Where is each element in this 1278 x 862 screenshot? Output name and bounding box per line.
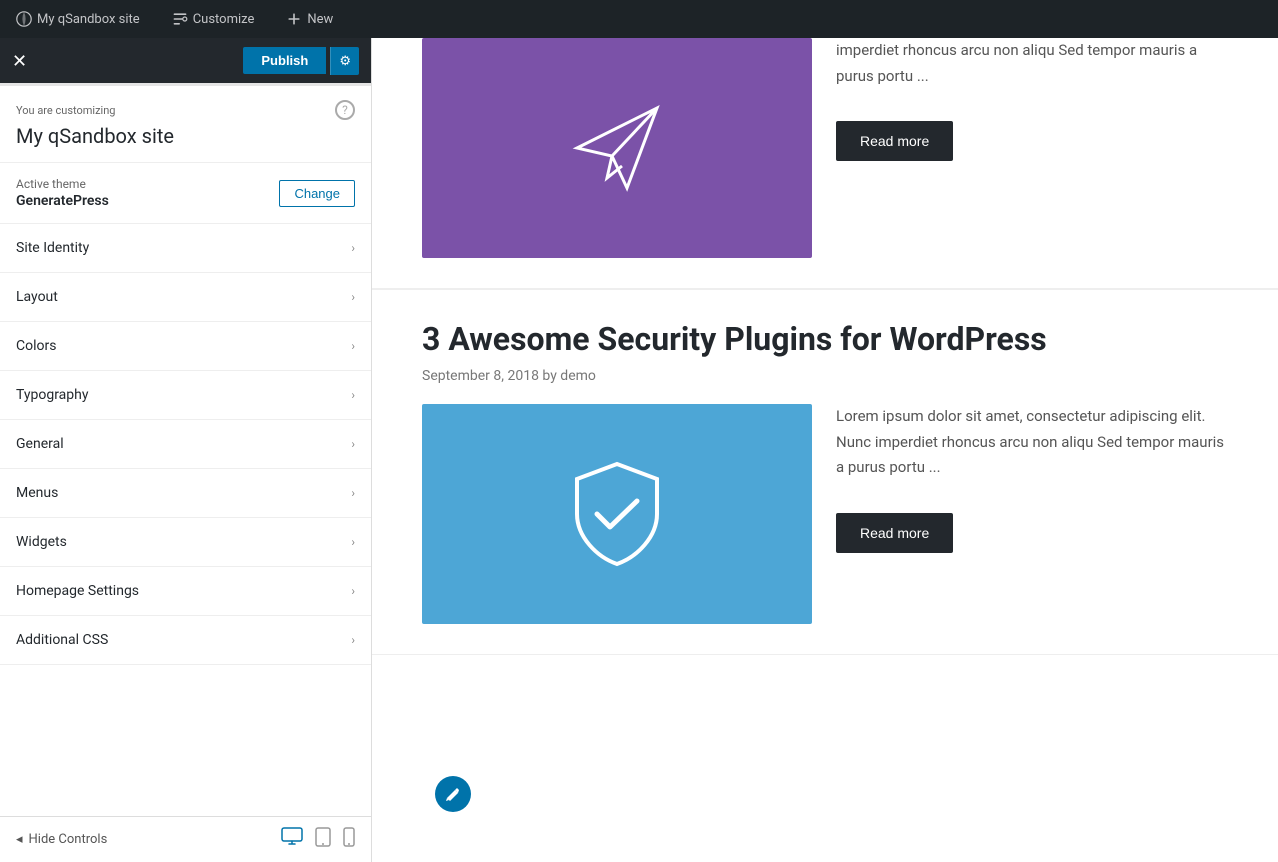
theme-name: GeneratePress <box>16 193 109 209</box>
customizing-text: You are customizing <box>16 104 115 117</box>
hide-controls-arrow: ◂ <box>16 832 23 847</box>
active-theme-section: Active theme GeneratePress Change <box>0 163 371 224</box>
preview-content: imperdiet rhoncus arcu non aliqu Sed tem… <box>372 38 1278 862</box>
nav-item-typography[interactable]: Typography › <box>0 371 371 420</box>
customizer-info: You are customizing ? My qSandbox site <box>0 86 371 163</box>
preview-area: imperdiet rhoncus arcu non aliqu Sed tem… <box>372 38 1278 862</box>
tablet-icon[interactable] <box>315 827 331 852</box>
pencil-icon <box>445 786 461 802</box>
post-meta-1: September 8, 2018 by demo <box>422 368 1228 384</box>
nav-item-colors-label: Colors <box>16 338 56 354</box>
hide-controls-label: Hide Controls <box>29 832 108 847</box>
nav-item-homepage-settings-label: Homepage Settings <box>16 583 139 599</box>
customizer-sidebar: ✕ Publish ⚙ You are customizing ? My qSa… <box>0 38 372 862</box>
nav-item-general[interactable]: General › <box>0 420 371 469</box>
chevron-right-icon: › <box>351 486 355 500</box>
site-icon <box>16 11 32 27</box>
nav-item-widgets[interactable]: Widgets › <box>0 518 371 567</box>
chevron-right-icon: › <box>351 388 355 402</box>
plus-icon <box>286 11 302 27</box>
nav-item-additional-css[interactable]: Additional CSS › <box>0 616 371 665</box>
shield-icon <box>552 449 682 579</box>
admin-bar-new-label: New <box>307 12 333 27</box>
post-image-1 <box>422 404 812 624</box>
nav-item-widgets-label: Widgets <box>16 534 67 550</box>
post-excerpt-container-1: Lorem ipsum dolor sit amet, consectetur … <box>836 404 1228 553</box>
active-theme-label: Active theme <box>16 177 109 191</box>
device-icons <box>281 827 355 852</box>
partial-post-text: imperdiet rhoncus arcu non aliqu Sed tem… <box>836 38 1228 161</box>
partial-post-image <box>422 38 812 258</box>
nav-item-typography-label: Typography <box>16 387 88 403</box>
nav-item-general-label: General <box>16 436 64 452</box>
admin-bar-my-site[interactable]: My qSandbox site <box>8 7 148 31</box>
mobile-icon[interactable] <box>343 827 355 852</box>
admin-bar-new[interactable]: New <box>278 7 341 31</box>
chevron-right-icon: › <box>351 241 355 255</box>
nav-item-layout[interactable]: Layout › <box>0 273 371 322</box>
site-name: My qSandbox site <box>16 124 355 148</box>
publish-button[interactable]: Publish <box>243 47 326 74</box>
post-excerpt-1: Lorem ipsum dolor sit amet, consectetur … <box>836 404 1228 481</box>
nav-item-homepage-settings[interactable]: Homepage Settings › <box>0 567 371 616</box>
chevron-right-icon: › <box>351 437 355 451</box>
active-theme-info: Active theme GeneratePress <box>16 177 109 209</box>
admin-bar-customize[interactable]: Customize <box>164 7 263 31</box>
post-body-1: Lorem ipsum dolor sit amet, consectetur … <box>422 404 1228 624</box>
nav-item-layout-label: Layout <box>16 289 58 305</box>
customizer-footer: ◂ Hide Controls <box>0 816 371 862</box>
post-title-1: 3 Awesome Security Plugins for WordPress <box>422 320 1228 358</box>
admin-bar-site-label: My qSandbox site <box>37 12 140 27</box>
partial-post-body: imperdiet rhoncus arcu non aliqu Sed tem… <box>422 38 1228 258</box>
partial-post-excerpt: imperdiet rhoncus arcu non aliqu Sed tem… <box>836 38 1228 89</box>
customizer-close-button[interactable]: ✕ <box>12 52 27 70</box>
blog-post-1: 3 Awesome Security Plugins for WordPress… <box>372 290 1278 655</box>
customizing-label-row: You are customizing ? <box>16 100 355 120</box>
help-button[interactable]: ? <box>335 100 355 120</box>
desktop-icon[interactable] <box>281 827 303 852</box>
chevron-right-icon: › <box>351 290 355 304</box>
paper-plane-icon <box>557 88 677 208</box>
change-theme-button[interactable]: Change <box>279 180 355 207</box>
nav-item-colors[interactable]: Colors › <box>0 322 371 371</box>
chevron-right-icon: › <box>351 535 355 549</box>
nav-item-menus[interactable]: Menus › <box>0 469 371 518</box>
chevron-right-icon: › <box>351 339 355 353</box>
publish-settings-button[interactable]: ⚙ <box>330 47 359 75</box>
nav-item-site-identity-label: Site Identity <box>16 240 89 256</box>
customizer-header: ✕ Publish ⚙ <box>0 38 371 83</box>
admin-bar: My qSandbox site Customize New <box>0 0 1278 38</box>
read-more-button-1[interactable]: Read more <box>836 513 953 553</box>
nav-item-site-identity[interactable]: Site Identity › <box>0 224 371 273</box>
chevron-right-icon: › <box>351 633 355 647</box>
chevron-right-icon: › <box>351 584 355 598</box>
nav-item-additional-css-label: Additional CSS <box>16 632 108 648</box>
admin-bar-customize-label: Customize <box>193 12 255 27</box>
main-layout: ✕ Publish ⚙ You are customizing ? My qSa… <box>0 38 1278 862</box>
partial-post: imperdiet rhoncus arcu non aliqu Sed tem… <box>372 38 1278 289</box>
publish-buttons: Publish ⚙ <box>243 47 359 75</box>
nav-item-menus-label: Menus <box>16 485 58 501</box>
nav-items-list: Site Identity › Layout › Colors › Typogr… <box>0 224 371 816</box>
edit-pencil-button[interactable] <box>435 776 471 812</box>
partial-post-read-more[interactable]: Read more <box>836 121 953 161</box>
customize-icon <box>172 11 188 27</box>
hide-controls-button[interactable]: ◂ Hide Controls <box>16 832 107 847</box>
